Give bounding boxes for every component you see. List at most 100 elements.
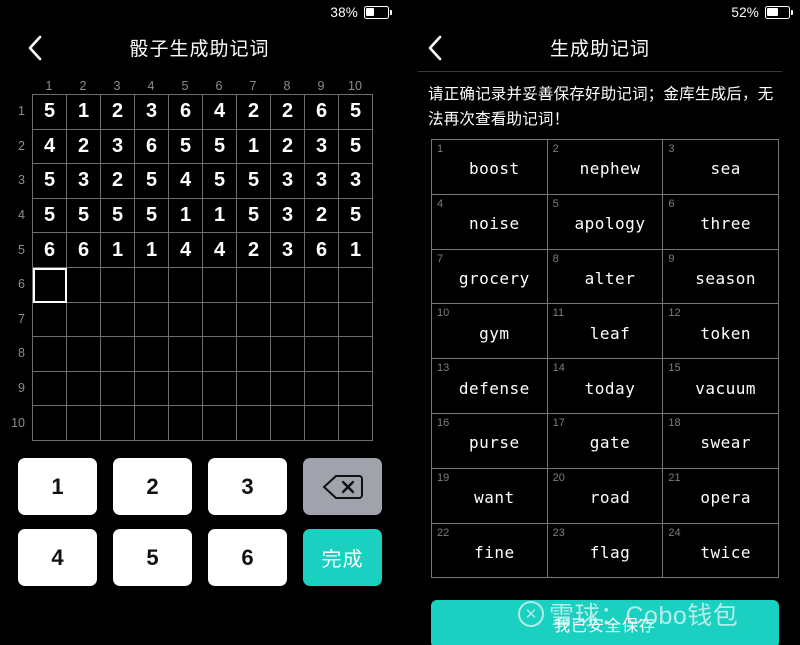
dice-cell[interactable] (271, 371, 305, 407)
dice-cell[interactable] (339, 267, 373, 303)
dice-cell[interactable] (305, 406, 339, 441)
dice-cell[interactable]: 2 (67, 129, 101, 165)
dice-cell[interactable] (271, 267, 305, 303)
dice-cell[interactable] (339, 406, 373, 441)
dice-cell[interactable] (101, 267, 135, 303)
dice-cell[interactable]: 5 (101, 198, 135, 234)
dice-cell[interactable]: 3 (271, 233, 305, 268)
dice-cell[interactable]: 4 (169, 233, 203, 268)
dice-cell[interactable] (135, 267, 169, 303)
dice-cell[interactable] (101, 337, 135, 372)
dice-cell[interactable] (203, 337, 237, 372)
dice-cell[interactable]: 2 (237, 233, 271, 268)
dice-cell[interactable] (169, 267, 203, 303)
dice-cell[interactable]: 6 (67, 233, 101, 268)
dice-cell[interactable]: 2 (271, 95, 305, 130)
dice-cell[interactable]: 2 (305, 198, 339, 234)
dice-cell[interactable]: 1 (169, 198, 203, 234)
dice-cell[interactable]: 4 (33, 129, 67, 165)
dice-cell[interactable] (305, 302, 339, 338)
key-2[interactable]: 2 (113, 458, 192, 515)
dice-grid[interactable]: 5123642265423655123553254553335555115325… (32, 94, 373, 441)
dice-cell[interactable] (33, 302, 67, 338)
dice-cell[interactable] (33, 406, 67, 441)
dice-cell[interactable]: 3 (135, 95, 169, 130)
save-button[interactable]: 我已安全保存 (431, 600, 779, 645)
dice-cell[interactable] (339, 302, 373, 338)
dice-cell[interactable]: 5 (203, 129, 237, 165)
dice-cell[interactable]: 5 (203, 164, 237, 199)
dice-cell[interactable] (305, 267, 339, 303)
dice-cell[interactable]: 2 (237, 95, 271, 130)
dice-cell[interactable]: 3 (305, 129, 339, 165)
dice-cell[interactable] (135, 302, 169, 338)
key-5[interactable]: 5 (113, 529, 192, 586)
dice-cell[interactable] (67, 337, 101, 372)
key-4[interactable]: 4 (18, 529, 97, 586)
dice-cell[interactable] (67, 371, 101, 407)
dice-cell-active[interactable] (33, 267, 67, 303)
dice-cell[interactable] (169, 406, 203, 441)
key-6[interactable]: 6 (208, 529, 287, 586)
dice-cell[interactable]: 1 (237, 129, 271, 165)
dice-cell[interactable] (271, 302, 305, 338)
dice-cell[interactable]: 1 (203, 198, 237, 234)
dice-cell[interactable] (203, 371, 237, 407)
dice-cell[interactable] (237, 371, 271, 407)
dice-cell[interactable]: 2 (271, 129, 305, 165)
dice-cell[interactable]: 3 (101, 129, 135, 165)
dice-cell[interactable]: 5 (67, 198, 101, 234)
dice-cell[interactable]: 2 (101, 95, 135, 130)
dice-cell[interactable]: 5 (339, 198, 373, 234)
dice-cell[interactable]: 5 (33, 95, 67, 130)
dice-cell[interactable] (169, 302, 203, 338)
dice-cell[interactable] (67, 406, 101, 441)
dice-cell[interactable] (305, 371, 339, 407)
dice-cell[interactable]: 1 (135, 233, 169, 268)
dice-cell[interactable]: 3 (305, 164, 339, 199)
dice-cell[interactable]: 3 (67, 164, 101, 199)
dice-cell[interactable] (67, 267, 101, 303)
dice-cell[interactable] (203, 267, 237, 303)
dice-cell[interactable]: 6 (169, 95, 203, 130)
dice-cell[interactable] (135, 337, 169, 372)
dice-cell[interactable] (169, 337, 203, 372)
dice-cell[interactable] (169, 371, 203, 407)
dice-cell[interactable] (101, 371, 135, 407)
dice-cell[interactable]: 4 (203, 233, 237, 268)
key-1[interactable]: 1 (18, 458, 97, 515)
dice-cell[interactable] (237, 267, 271, 303)
key-3[interactable]: 3 (208, 458, 287, 515)
dice-cell[interactable] (33, 337, 67, 372)
dice-cell[interactable] (135, 371, 169, 407)
dice-cell[interactable] (33, 371, 67, 407)
dice-cell[interactable]: 6 (305, 233, 339, 268)
dice-cell[interactable] (237, 302, 271, 338)
dice-cell[interactable] (305, 337, 339, 372)
dice-cell[interactable]: 5 (33, 164, 67, 199)
dice-cell[interactable]: 1 (101, 233, 135, 268)
done-button[interactable]: 完成 (303, 529, 382, 586)
dice-cell[interactable]: 6 (33, 233, 67, 268)
backspace-button[interactable] (303, 458, 382, 515)
dice-cell[interactable] (271, 337, 305, 372)
dice-cell[interactable]: 3 (271, 198, 305, 234)
dice-cell[interactable]: 5 (237, 198, 271, 234)
dice-cell[interactable] (237, 337, 271, 372)
dice-cell[interactable]: 4 (169, 164, 203, 199)
dice-cell[interactable] (101, 302, 135, 338)
dice-cell[interactable]: 4 (203, 95, 237, 130)
dice-cell[interactable] (135, 406, 169, 441)
dice-cell[interactable] (237, 406, 271, 441)
dice-cell[interactable] (339, 337, 373, 372)
number-keypad[interactable]: 1 2 3 4 5 6 完成 (18, 458, 382, 586)
dice-cell[interactable] (203, 302, 237, 338)
dice-cell[interactable] (67, 302, 101, 338)
dice-cell[interactable]: 5 (339, 95, 373, 130)
dice-cell[interactable]: 5 (135, 198, 169, 234)
dice-cell[interactable]: 5 (339, 129, 373, 165)
back-button[interactable] (22, 35, 48, 61)
dice-cell[interactable] (101, 406, 135, 441)
dice-cell[interactable]: 2 (101, 164, 135, 199)
dice-cell[interactable]: 5 (135, 164, 169, 199)
